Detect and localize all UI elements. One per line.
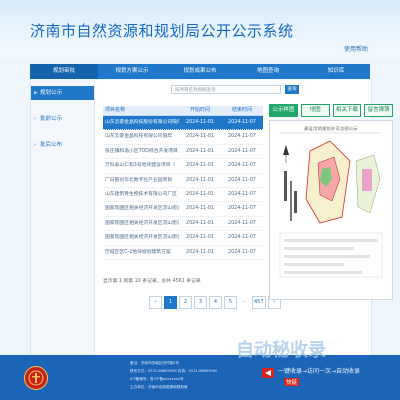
row-end: 2024-11-07	[228, 163, 256, 169]
chevron-right-icon: ›	[34, 116, 36, 122]
page-footer: 备址：济南市历城区西环路5号 联系方式：0531-66609090 传真：053…	[0, 355, 400, 400]
table-row[interactable]: 山东云豪金晶科技有限公司隔年 2024-11-01 2024-11-07	[103, 130, 263, 145]
footer-icp: ICP备案号：鲁ICP备xxxxxxxx号	[130, 377, 184, 381]
row-name: 山东建筑骨生物技术有限公司厂区	[105, 191, 177, 197]
row-start: 2024-11-01	[186, 134, 214, 140]
row-end: 2024-11-07	[228, 220, 256, 226]
watermark-logo-icon	[262, 368, 274, 378]
row-start: 2024-11-01	[186, 249, 214, 255]
row-start: 2024-11-01	[186, 220, 214, 226]
row-end: 2024-11-07	[228, 177, 256, 183]
row-name: 历城区区C-2地块规划建筑方案	[105, 249, 171, 255]
row-end: 2024-11-07	[228, 206, 256, 212]
table-row[interactable]: 广日股份华北数字化产业园项目 2024-11-01 2024-11-07	[103, 174, 263, 188]
drawing-preview[interactable]: 建设用地规划许可总图公示	[269, 120, 393, 300]
tab-guestbook[interactable]: 留言簿簿	[364, 104, 393, 117]
column-header-start: 开始时间	[189, 107, 210, 113]
row-start: 2024-11-01	[186, 206, 214, 212]
north-arrow-icon	[283, 145, 289, 163]
table-row[interactable]: 国家现国区相关经济开发区流山街道 2024-11-01 2024-11-07	[103, 231, 263, 246]
pager-page-2[interactable]: 2	[179, 296, 192, 309]
sidebar-item-label: 批前公示	[40, 116, 63, 122]
row-end: 2024-11-07	[228, 191, 256, 197]
row-name: 广日股份华北数字化产业园项目	[105, 177, 173, 183]
row-start: 2024-11-01	[186, 191, 214, 197]
watermark-badge: 快链	[284, 378, 300, 386]
site-title: 济南市自然资源和规划局公开公示系统	[30, 22, 294, 40]
footer-contact: 联系方式：0531-66609090 传真：0531-66609090	[130, 369, 218, 373]
pager-page-3[interactable]: 3	[194, 296, 207, 309]
nav-item-knowledge-base[interactable]: 知识库	[302, 64, 370, 79]
pager-page-1[interactable]: 1	[164, 296, 177, 309]
column-header-name: 项目名称	[105, 107, 126, 113]
table-row[interactable]: 国家现国区相关经济开发区流山街道 2024-11-01 2024-11-07	[103, 202, 263, 217]
table-header: 项目名称 开始时间 结束时间	[103, 106, 263, 116]
row-start: 2024-11-01	[186, 177, 214, 183]
nav-item-plan-publicity[interactable]: 规划方案公示	[98, 64, 166, 79]
row-end: 2024-11-07	[228, 249, 256, 255]
row-name: 国家现国区相关经济开发区流山街道	[105, 220, 179, 226]
pager-page-4[interactable]: 4	[209, 296, 222, 309]
watermark-brand: 自动秘收录	[236, 340, 326, 361]
sidebar-item-planning-publicity[interactable]: ▶ 规划公示	[31, 86, 94, 100]
tab-downloads[interactable]: 相关下载	[332, 104, 362, 117]
row-name: 国家现国区相关经济开发区流山街道	[105, 206, 179, 212]
footer-address: 备址：济南市历城区西环路5号	[130, 361, 180, 365]
row-name: 山东云豪金晶科技有限公司隔年	[105, 134, 173, 140]
pager-page-5[interactable]: 5	[224, 296, 237, 309]
row-end: 2024-11-07	[228, 235, 256, 241]
search-input[interactable]: 按项目名称模糊查询	[171, 85, 281, 94]
tab-publicity-drawing[interactable]: 公示样图	[269, 104, 298, 117]
search-button[interactable]: 查询	[285, 85, 299, 94]
table-row[interactable]: 山东建筑骨生物技术有限公司厂区 2024-11-01 2024-11-07	[103, 188, 263, 203]
table-row[interactable]: 山东云豪金晶科技股份有限公司隔年 2024-11-01 2024-11-07	[103, 116, 263, 131]
row-end: 2024-11-07	[228, 134, 256, 140]
pagination: ‹ 1 2 3 4 5 ... 457 ›	[149, 296, 281, 309]
chevron-right-icon: ›	[34, 142, 36, 148]
table-row[interactable]: 历城区区C-2地块规划建筑方案 2024-11-01 2024-11-07	[103, 246, 263, 260]
project-table: 项目名称 开始时间 结束时间 山东云豪金晶科技股份有限公司隔年 2024-11-…	[103, 106, 263, 260]
row-end: 2024-11-07	[228, 120, 256, 125]
table-row[interactable]: 国家现国区相关经济开发区流山街道 2024-11-01 2024-11-07	[103, 217, 263, 232]
nav-item-plan-results[interactable]: 规划成果公布	[166, 64, 234, 79]
row-start: 2024-11-01	[186, 120, 214, 125]
detail-tabs: 公示样图 地图 相关下载 留言簿簿	[269, 104, 393, 117]
row-start: 2024-11-01	[186, 163, 214, 169]
tab-map[interactable]: 地图	[300, 104, 330, 117]
footer-sponsor: 主办单位：济南市自然资源和规划局	[130, 385, 188, 389]
nav-item-approval[interactable]: 规划审批	[30, 64, 98, 79]
column-header-end: 结束时间	[231, 107, 252, 113]
sidebar-item-post-approval[interactable]: › 批后公布	[31, 138, 94, 152]
chevron-right-icon: ▶	[34, 90, 38, 96]
sidebar: ▶ 规划公示 › 批前公示 › 批后公布	[31, 80, 95, 355]
government-emblem-icon	[24, 366, 48, 390]
pager-prev-button[interactable]: ‹	[149, 296, 162, 309]
row-name: 山东云豪金晶科技股份有限公司隔年	[105, 120, 179, 125]
row-name: 万科泰山仁和3号地块建设项目（	[105, 163, 176, 169]
sidebar-item-label: 批后公布	[40, 142, 63, 148]
watermark-subtitle: 一键收录→访问一次→自动收录	[278, 368, 361, 375]
row-name: 张庄镇和谐小区TOD综合开发项目	[105, 148, 178, 154]
nav-item-map-query[interactable]: 地图查询	[234, 64, 302, 79]
row-name: 国家现国区相关经济开发区流山街道	[105, 235, 179, 241]
main-nav: 规划审批 规划方案公示 规划成果公布 地图查询 知识库	[30, 64, 370, 79]
table-row[interactable]: 张庄镇和谐小区TOD综合开发项目 2024-11-01 2024-11-07	[103, 145, 263, 160]
row-end: 2024-11-07	[228, 148, 256, 154]
pager-last-page[interactable]: 457	[252, 296, 266, 309]
row-start: 2024-11-01	[186, 235, 214, 241]
sidebar-item-pre-approval[interactable]: › 批前公示	[31, 112, 94, 126]
table-row[interactable]: 万科泰山仁和3号地块建设项目（ 2024-11-01 2024-11-07	[103, 159, 263, 174]
site-plan-drawing	[279, 132, 383, 278]
help-link[interactable]: 使用帮助	[344, 44, 368, 53]
page-header: 济南市自然资源和规划局公开公示系统 使用帮助	[0, 0, 400, 58]
row-start: 2024-11-01	[186, 148, 214, 154]
sidebar-item-label: 规划公示	[40, 90, 63, 96]
main-content: ▶ 规划公示 › 批前公示 › 批后公布 按项目名称模糊查询 查询 项目名称 开…	[30, 80, 393, 355]
pager-ellipsis: ...	[242, 298, 247, 304]
